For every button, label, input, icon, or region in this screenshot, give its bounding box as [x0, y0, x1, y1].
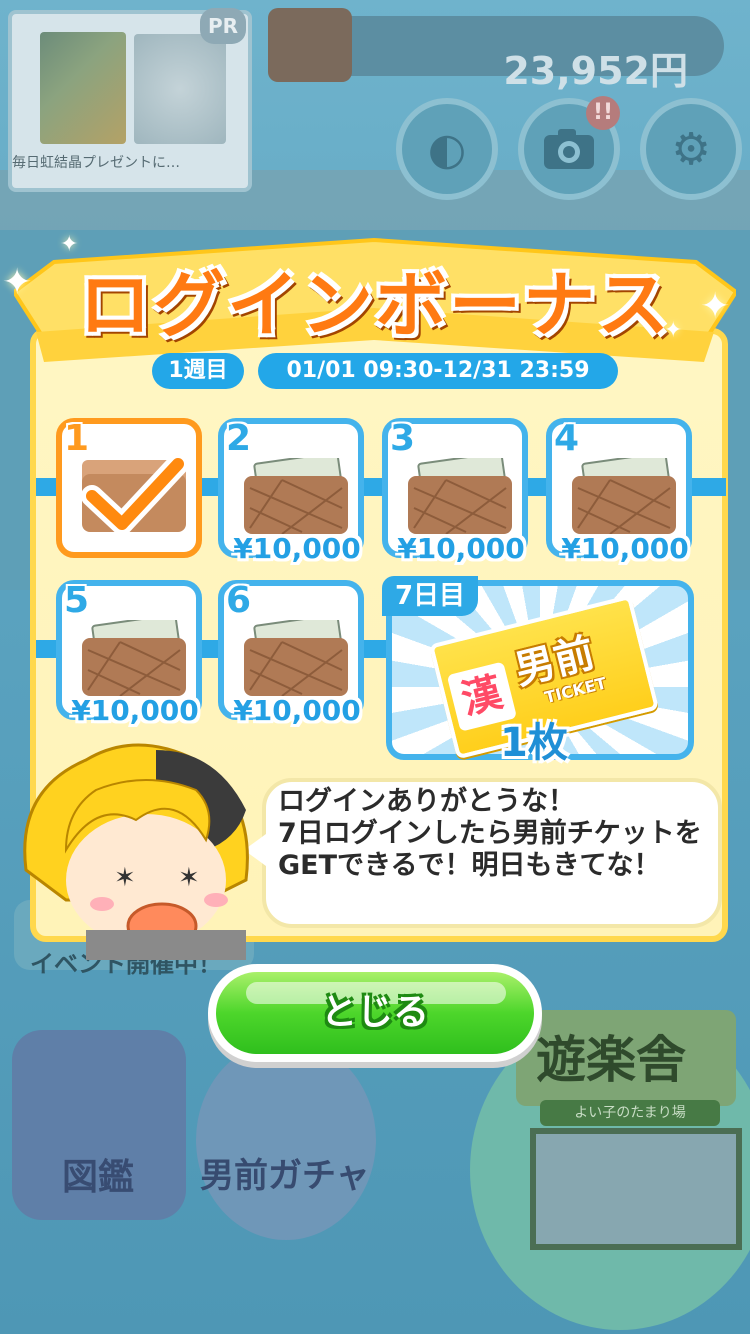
zukan-label: 図鑑 — [62, 1157, 135, 1198]
day-card-5: 5 ¥10,000 — [56, 580, 202, 727]
day-card-1: 1 — [56, 418, 202, 558]
avatar-icon: ◐ — [427, 123, 467, 175]
shop-building — [530, 1128, 742, 1250]
wallet-icon — [268, 8, 352, 82]
wallet-icon — [244, 458, 348, 534]
pr-game-image — [40, 32, 126, 144]
close-button-label: とじる — [320, 992, 429, 1033]
gacha-label: 男前ガチャ — [200, 1156, 370, 1196]
day-number: 3 — [390, 418, 416, 459]
reward-amount: ¥10,000 — [561, 532, 689, 565]
pr-caption: 毎日虹結晶プレゼントに… — [12, 155, 180, 171]
avatar-button[interactable]: ◐ — [396, 98, 498, 200]
shop-label: 遊楽舎 — [536, 1031, 686, 1089]
day-number: 4 — [554, 418, 580, 459]
wallet-icon — [82, 620, 186, 696]
period-label: 01/01 09:30-12/31 23:59 — [258, 353, 618, 389]
close-button[interactable]: とじる — [208, 964, 542, 1062]
alert-badge: !! — [586, 96, 620, 130]
sparkle-icon: ✦ — [2, 262, 33, 303]
svg-text:✶: ✶ — [178, 863, 200, 893]
day-number: 6 — [226, 580, 252, 621]
gear-icon: ⚙ — [671, 123, 711, 175]
wallet-icon — [572, 458, 676, 534]
pr-badge: PR — [200, 8, 246, 44]
day-number: 5 — [64, 580, 90, 621]
day7-label: 7日目 — [382, 576, 478, 616]
reward-amount: ¥10,000 — [397, 532, 525, 565]
reward-amount: ¥10,000 — [233, 532, 361, 565]
day-number: 1 — [64, 418, 90, 459]
day-card-4: 4 ¥10,000 — [546, 418, 692, 565]
reward-amount: ¥10,000 — [233, 694, 361, 727]
camera-button[interactable]: !! — [518, 96, 620, 200]
svg-text:✶: ✶ — [114, 863, 136, 893]
money-bar: 23,952円 — [300, 16, 724, 93]
dialog-title: ログインボーナス — [78, 263, 671, 347]
pr-character-image — [134, 34, 226, 144]
settings-button[interactable]: ⚙ — [640, 98, 742, 200]
day-card-6: 6 ¥10,000 — [218, 580, 364, 727]
shop-subtitle: よい子のたまり場 — [540, 1100, 720, 1126]
sparkle-icon: ✦ — [60, 232, 79, 257]
reward-amount: ¥10,000 — [71, 694, 199, 727]
sparkle-icon: ✦ — [664, 318, 683, 343]
day-card-2: 2 ¥10,000 — [218, 418, 364, 565]
wallet-icon — [408, 458, 512, 534]
wallet-icon — [244, 620, 348, 696]
week-label: 1週目 — [152, 353, 244, 389]
check-icon — [82, 454, 186, 535]
day-number: 2 — [226, 418, 252, 459]
sparkle-icon: ✦ — [700, 286, 731, 327]
gacha-button[interactable] — [196, 1040, 376, 1240]
ticket-count: 1枚 — [500, 720, 568, 766]
day-card-3: 3 ¥10,000 — [382, 418, 528, 565]
speech-text: ログインありがとうな！ 7日ログインしたら男前チケットをGETできるで！明日もき… — [278, 786, 702, 881]
character-avatar: ✶ ✶ — [23, 743, 249, 960]
close-button-face[interactable]: とじる — [216, 972, 534, 1054]
money-value: 23,952円 — [503, 49, 688, 93]
